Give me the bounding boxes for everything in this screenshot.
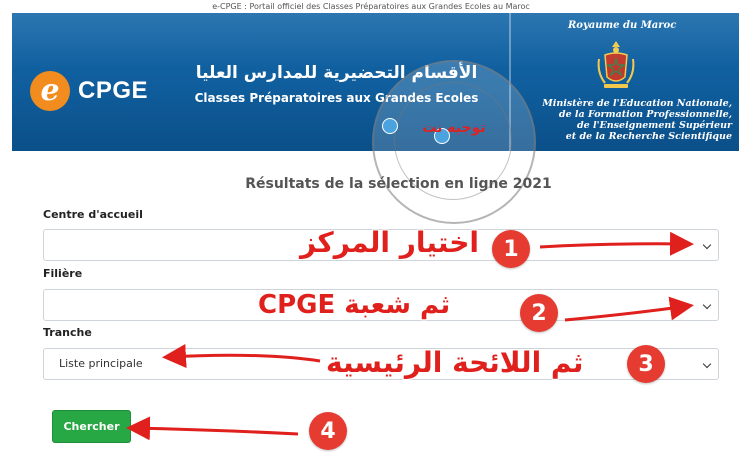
ministry-line: de la Formation Professionnelle, bbox=[558, 109, 732, 120]
logo-e-icon: e bbox=[30, 71, 70, 111]
watermark-stamp: توجيه نت bbox=[372, 60, 536, 224]
chevron-down-icon bbox=[702, 300, 712, 310]
chevron-down-icon bbox=[702, 359, 712, 369]
morocco-emblem-icon bbox=[597, 41, 635, 88]
watermark-text: توجيه نت bbox=[422, 120, 486, 136]
centre-label: Centre d'accueil bbox=[43, 208, 143, 221]
top-caption: e-CPGE : Portail officiel des Classes Pr… bbox=[212, 2, 530, 11]
page-title: Résultats de la sélection en ligne 2021 bbox=[245, 176, 552, 192]
tranche-label: Tranche bbox=[43, 326, 92, 339]
arrow-icon bbox=[126, 416, 299, 441]
ministry-label: Ministère de l'Education Nationale, de l… bbox=[518, 98, 732, 142]
watermark-dot bbox=[382, 118, 398, 134]
ministry-line: de l'Enseignement Supérieur bbox=[577, 120, 732, 131]
annotation-badge-2: 2 bbox=[520, 294, 558, 332]
annotation-badge-3: 3 bbox=[627, 345, 665, 383]
annotation-badge-4: 4 bbox=[309, 412, 347, 450]
ministry-line: Ministère de l'Education Nationale, bbox=[542, 98, 732, 109]
kingdom-label: Royaume du Maroc bbox=[568, 20, 677, 31]
annotation-text-3: ثم اللائحة الرئيسية bbox=[326, 346, 584, 379]
chevron-down-icon bbox=[702, 240, 712, 250]
annotation-text-1: اختيار المركز bbox=[300, 226, 480, 259]
annotation-badge-1: 1 bbox=[492, 230, 530, 268]
logo-text: CPGE bbox=[78, 77, 149, 104]
search-button[interactable]: Chercher bbox=[52, 410, 131, 443]
filiere-label: Filière bbox=[43, 267, 83, 280]
ecpge-logo[interactable]: e CPGE bbox=[30, 71, 148, 111]
ministry-line: et de la Recherche Scientifique bbox=[565, 131, 732, 142]
tranche-select-value: Liste principale bbox=[59, 357, 143, 370]
annotation-text-2: ثم شعبة CPGE bbox=[258, 290, 451, 320]
